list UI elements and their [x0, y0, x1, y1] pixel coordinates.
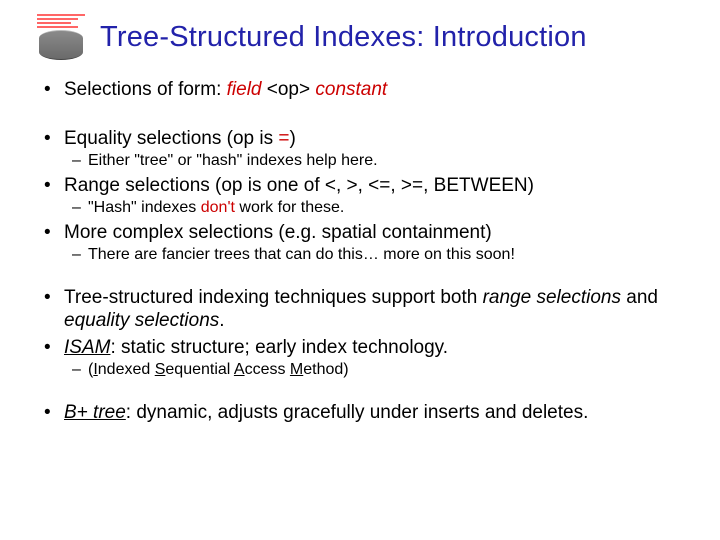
- page-title: Tree-Structured Indexes: Introduction: [100, 21, 692, 54]
- text-eq-sel: equality selections: [64, 310, 219, 331]
- text: ccess: [245, 361, 290, 378]
- sub-fancier: There are fancier trees that can do this…: [64, 245, 686, 265]
- text: and: [621, 287, 658, 308]
- text: : static structure; early index technolo…: [110, 337, 448, 358]
- text: <op>: [261, 79, 315, 100]
- bullet-isam: ISAM: static structure; early index tech…: [34, 336, 686, 380]
- text: Range selections (op is one of <, >, <=,…: [64, 175, 534, 196]
- text: Equality selections (op is: [64, 128, 278, 149]
- bullet-equality: Equality selections (op is =) Either "tr…: [34, 127, 686, 171]
- spacer: [34, 267, 686, 283]
- text-constant: constant: [315, 79, 387, 100]
- bullet-range: Range selections (op is one of <, >, <=,…: [34, 174, 686, 218]
- text: More complex selections (e.g. spatial co…: [64, 222, 492, 243]
- text: ): [290, 128, 296, 149]
- spacer: [34, 104, 686, 124]
- text: ndexed: [98, 361, 155, 378]
- text: S: [155, 361, 166, 378]
- sub-hash-dont: "Hash" indexes don't work for these.: [64, 198, 686, 218]
- text-bplus: B+ tree: [64, 402, 126, 423]
- text-isam: ISAM: [64, 337, 110, 358]
- text: .: [219, 310, 224, 331]
- text: Selections of form:: [64, 79, 227, 100]
- bullet-complex: More complex selections (e.g. spatial co…: [34, 221, 686, 265]
- text: equential: [165, 361, 234, 378]
- text-field: field: [227, 79, 262, 100]
- text: work for these.: [235, 199, 344, 216]
- spacer: [34, 382, 686, 398]
- text-dont: don't: [201, 199, 235, 216]
- text: "Hash" indexes: [88, 199, 201, 216]
- text-eq: =: [278, 128, 289, 149]
- slide: Tree-Structured Indexes: Introduction Se…: [0, 0, 720, 540]
- bullet-tree-support: Tree-structured indexing techniques supp…: [34, 286, 686, 332]
- text: A: [234, 361, 245, 378]
- text: M: [290, 361, 303, 378]
- sub-tree-hash: Either "tree" or "hash" indexes help her…: [64, 151, 686, 171]
- header: Tree-Structured Indexes: Introduction: [28, 14, 692, 60]
- text-range-sel: range selections: [483, 287, 621, 308]
- text: ethod): [303, 361, 348, 378]
- bullet-bplus: B+ tree: dynamic, adjusts gracefully und…: [34, 401, 686, 424]
- sub-isam-expand: (Indexed Sequential Access Method): [64, 360, 686, 380]
- bullet-selections-form: Selections of form: field <op> constant: [34, 78, 686, 101]
- logo-icon: [28, 14, 94, 60]
- bullet-list: Selections of form: field <op> constant …: [28, 78, 692, 424]
- text: Tree-structured indexing techniques supp…: [64, 287, 483, 308]
- text: : dynamic, adjusts gracefully under inse…: [126, 402, 589, 423]
